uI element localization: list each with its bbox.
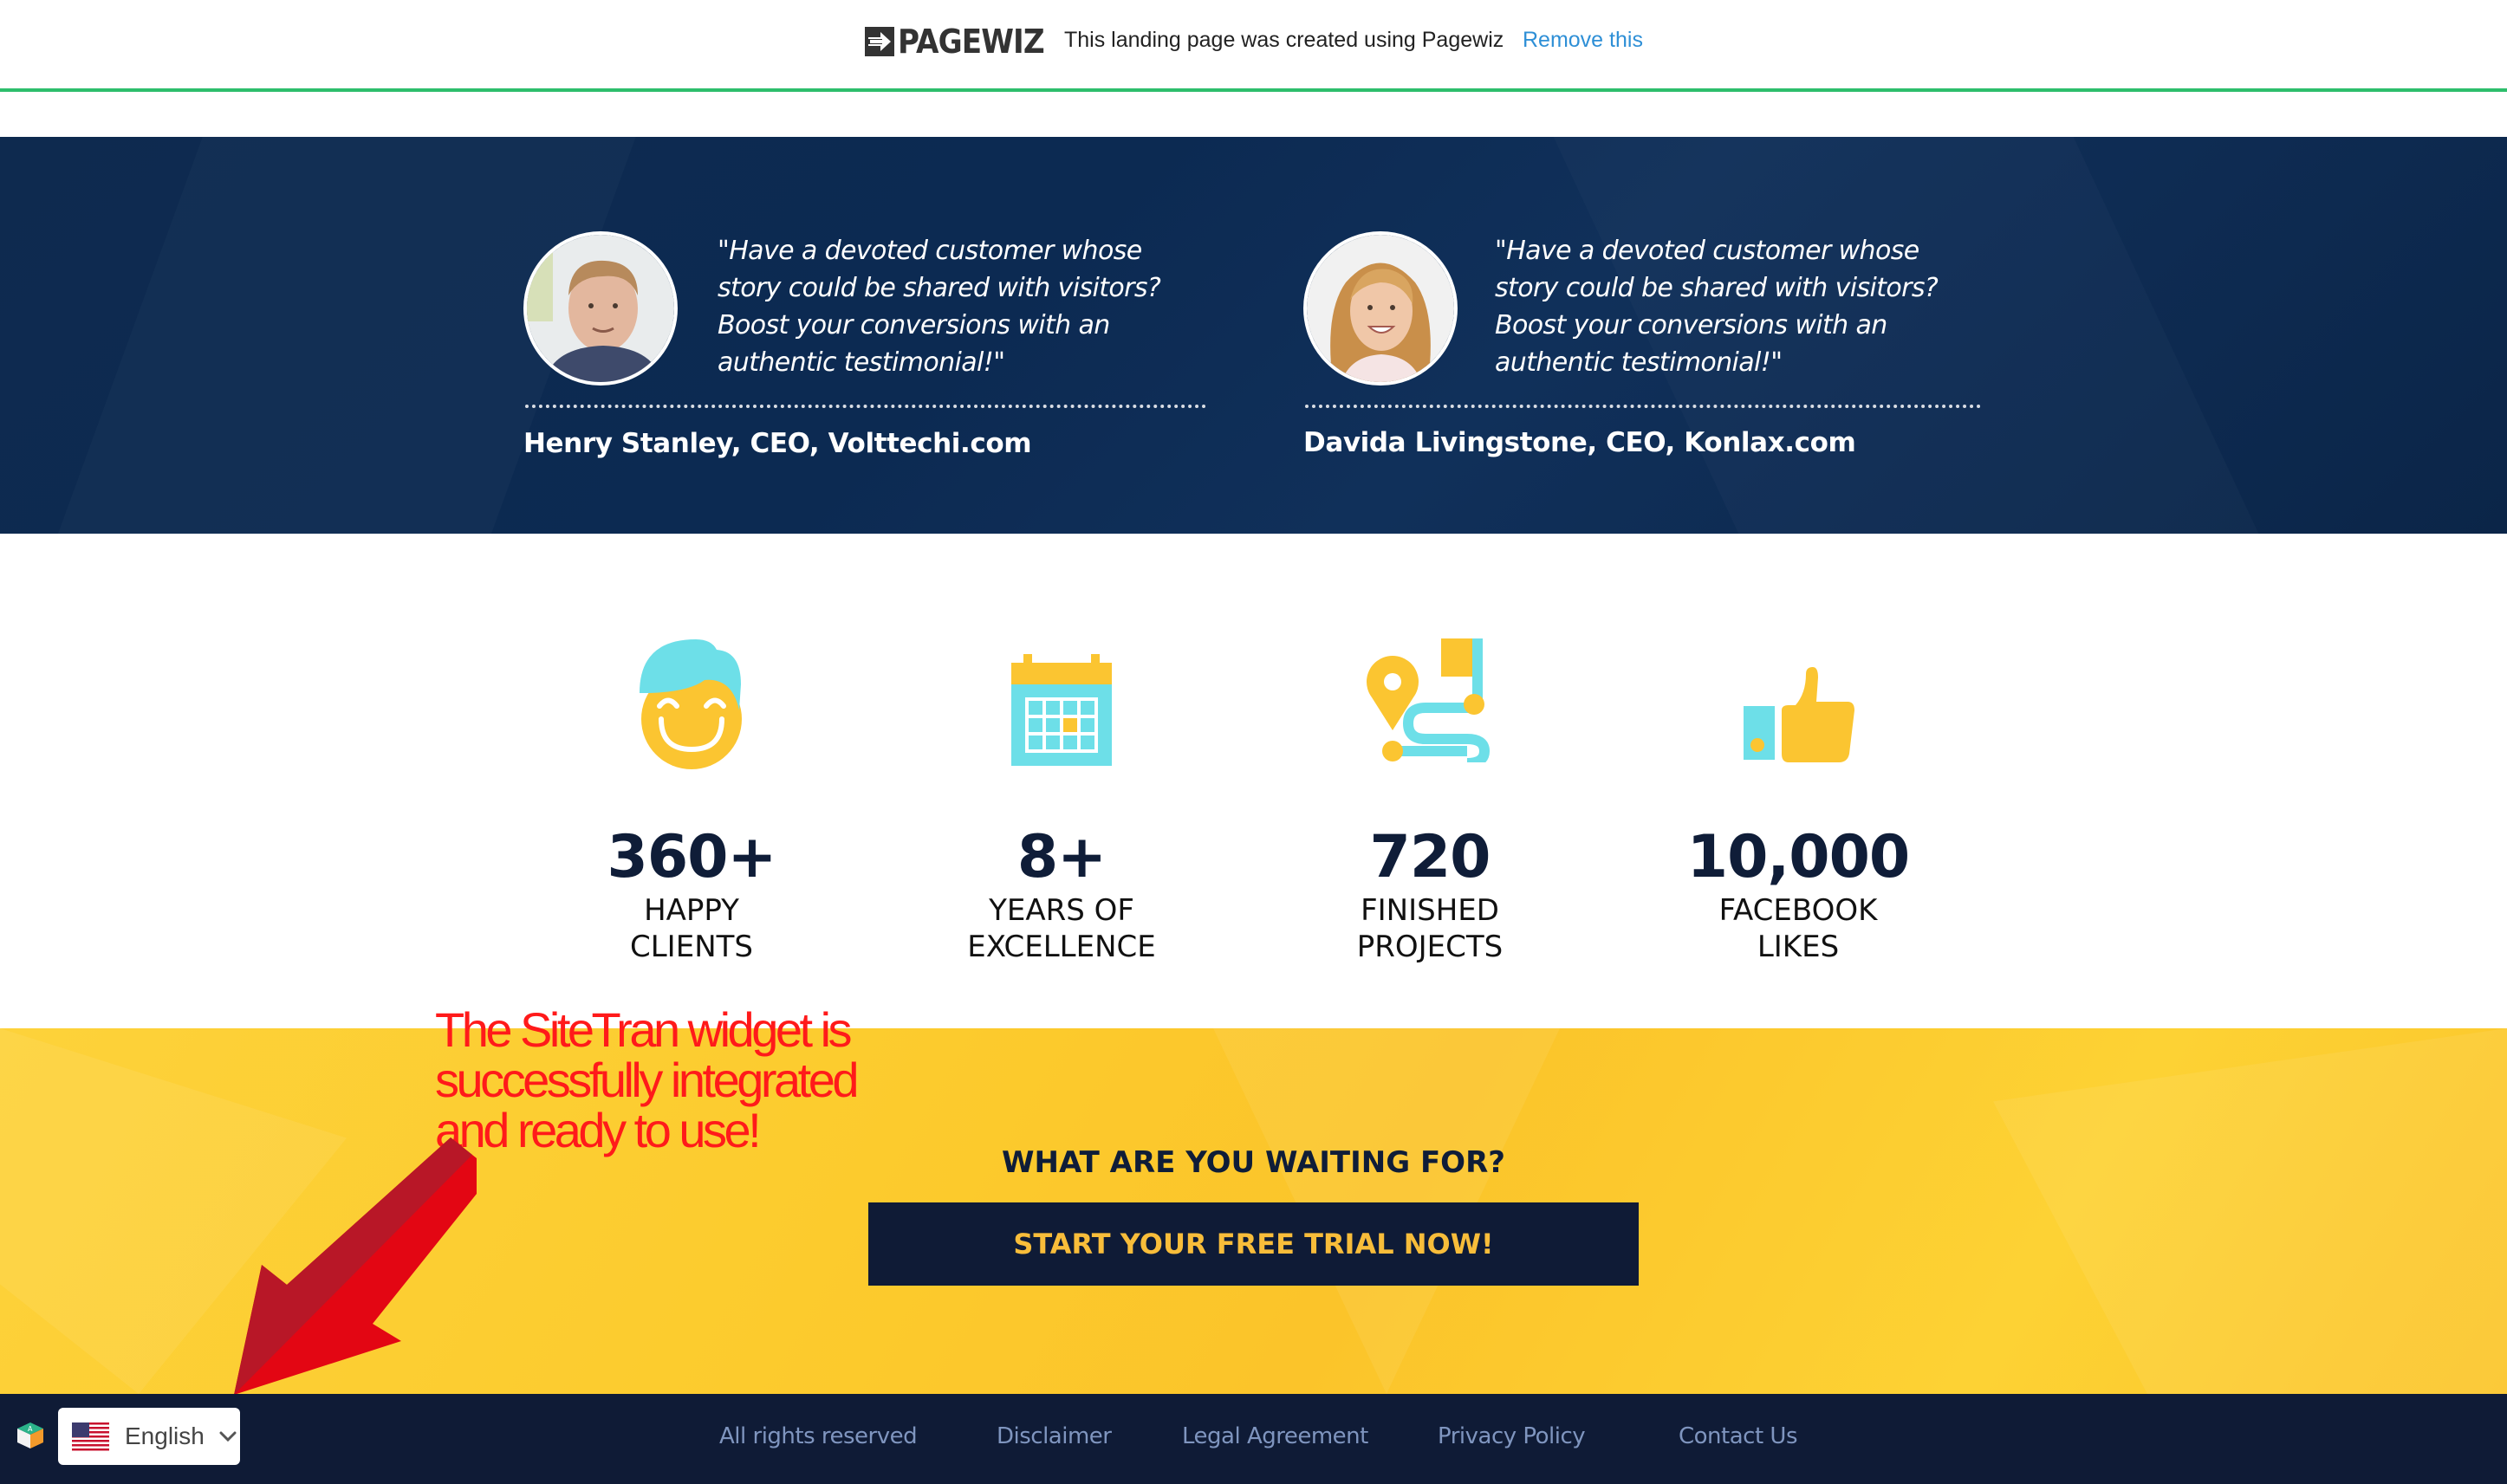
stat-label: FINISHED PROJECTS	[1248, 892, 1612, 965]
dotted-divider	[525, 405, 1206, 408]
calendar-icon	[1010, 654, 1114, 770]
stat-facebook-likes: 10,000 FACEBOOK LIKES	[1616, 632, 1980, 964]
stat-label-line: PROJECTS	[1356, 930, 1504, 964]
us-flag-icon	[72, 1422, 109, 1451]
footer-link-contact-us[interactable]: Contact Us	[1679, 1423, 1798, 1449]
language-selector[interactable]: English	[58, 1408, 240, 1465]
banner-message: This landing page was created using Page…	[1064, 28, 1504, 52]
stat-years-of-excellence: 8+ YEARS OF EXCELLENCE	[880, 632, 1244, 964]
stat-label-line: LIKES	[1757, 930, 1840, 964]
background-shape	[1993, 1028, 2507, 1394]
footer-link-privacy-policy[interactable]: Privacy Policy	[1438, 1423, 1586, 1449]
stat-finished-projects: 720 FINISHED PROJECTS	[1248, 632, 1612, 964]
start-free-trial-button[interactable]: START YOUR FREE TRIAL NOW!	[868, 1202, 1639, 1286]
thumbs-up-icon	[1742, 667, 1854, 766]
stat-label-line: HAPPY	[644, 893, 739, 928]
happy-face-icon	[635, 632, 748, 774]
selected-language: English	[125, 1422, 205, 1449]
stat-label-line: FACEBOOK	[1718, 893, 1878, 928]
annotation-text: The SiteTran widget is successfully inte…	[435, 1002, 860, 1157]
testimonial-quote: "Have a devoted customer whose story cou…	[1495, 236, 1939, 378]
avatar-henry-stanley	[523, 231, 678, 386]
stat-label-line: EXCELLENCE	[967, 930, 1156, 964]
svg-text:A: A	[28, 1425, 33, 1433]
stat-happy-clients: 360+ HAPPY CLIENTS	[510, 632, 874, 964]
footer-link-legal-agreement[interactable]: Legal Agreement	[1182, 1423, 1368, 1449]
annotation-arrow-icon	[234, 1137, 477, 1395]
banner-divider	[0, 88, 2507, 92]
stat-label-line: YEARS OF	[989, 893, 1134, 928]
stat-label: FACEBOOK LIKES	[1616, 892, 1980, 965]
stat-value: 10,000	[1686, 823, 1910, 891]
pagewiz-logo-text: PAGEWIZ	[898, 23, 1045, 61]
annotation-line: successfully integrated	[435, 1053, 860, 1107]
remove-banner-link[interactable]: Remove this	[1523, 28, 1643, 53]
pagewiz-logo: PAGEWIZ	[865, 23, 1061, 61]
stat-value: 720	[1369, 823, 1491, 891]
stat-label: YEARS OF EXCELLENCE	[880, 892, 1244, 965]
annotation-line: The SiteTran widget is	[435, 1002, 853, 1057]
chevron-down-icon	[219, 1431, 237, 1442]
stat-label-line: CLIENTS	[630, 930, 753, 964]
dotted-divider	[1305, 405, 1981, 408]
avatar-davida-livingstone	[1303, 231, 1458, 386]
route-map-icon	[1365, 637, 1495, 768]
stat-label-line: FINISHED	[1361, 893, 1499, 928]
footer-link-disclaimer[interactable]: Disclaimer	[997, 1423, 1112, 1449]
stat-value: 8+	[1016, 823, 1107, 891]
stat-value: 360+	[607, 823, 777, 891]
footer-link-all-rights-reserved[interactable]: All rights reserved	[719, 1423, 918, 1449]
testimonial-author: Henry Stanley, CEO, Volttechi.com	[523, 428, 1032, 459]
annotation-line: and ready to use!	[435, 1103, 762, 1157]
testimonial-quote: "Have a devoted customer whose story cou…	[718, 236, 1161, 378]
stat-label: HAPPY CLIENTS	[510, 892, 874, 965]
sitetran-logo-icon[interactable]: A	[16, 1421, 45, 1450]
pagewiz-arrow-icon	[865, 27, 894, 56]
testimonial-author: Davida Livingstone, CEO, Konlax.com	[1303, 427, 1856, 458]
testimonials-section: "Have a devoted customer whose story cou…	[0, 137, 2507, 534]
